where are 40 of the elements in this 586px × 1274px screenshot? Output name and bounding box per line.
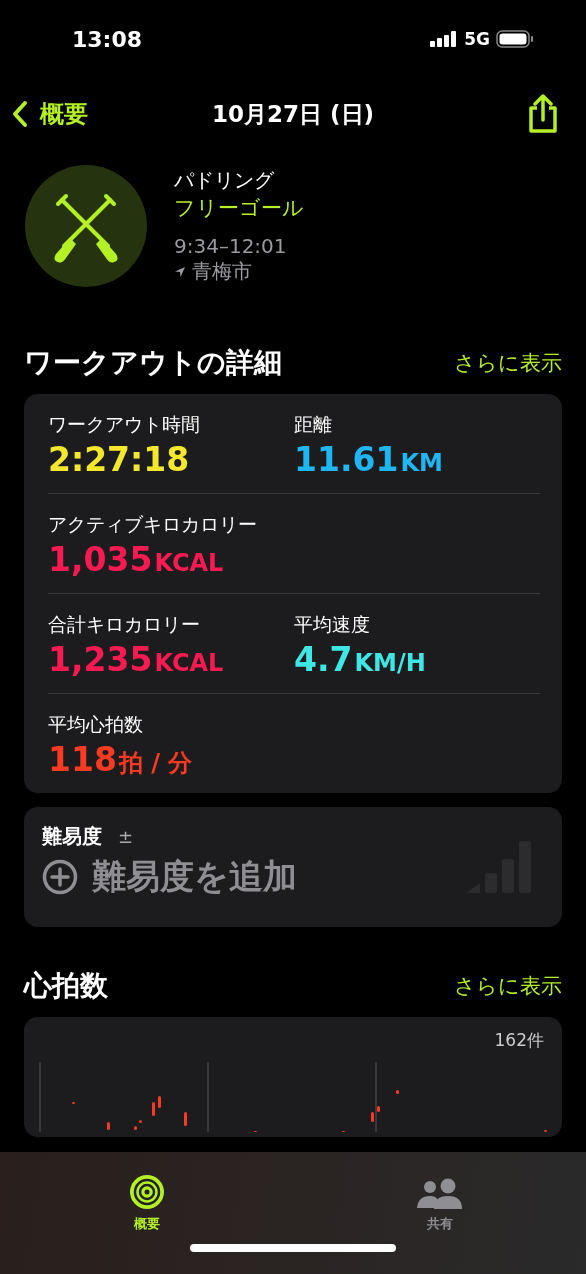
- status-time: 13:08: [72, 26, 143, 52]
- section-title: 心拍数: [24, 968, 108, 1004]
- paddles-icon: [24, 164, 148, 288]
- back-chevron-icon: [12, 100, 28, 128]
- metric-label: 平均速度: [294, 612, 371, 637]
- difficulty-card[interactable]: 難易度 ± 難易度を追加: [24, 807, 562, 927]
- metric-value: 4.7 KM/H: [294, 640, 427, 679]
- show-more-link[interactable]: さらに表示: [454, 972, 562, 1000]
- nav-title: 10月27日 (日): [212, 99, 374, 129]
- time-range: 9:34–12:01: [174, 234, 288, 258]
- network-label: 5G: [464, 29, 490, 49]
- metric-value: 118拍 / 分: [48, 740, 194, 779]
- sample-count: 162件: [494, 1029, 544, 1052]
- workout-name: パドリング: [174, 167, 275, 194]
- tab[interactable]: 共有: [394, 1162, 485, 1234]
- metric-label: ワークアウト時間: [48, 412, 201, 437]
- location-icon: [174, 265, 186, 278]
- metric-label: 平均心拍数: [48, 712, 144, 737]
- people-icon: [415, 1177, 464, 1211]
- metric-label: 合計キロカロリー: [48, 612, 201, 637]
- tab[interactable]: 概要: [101, 1162, 192, 1234]
- signal-icon: [430, 31, 459, 47]
- add-icon: [42, 859, 78, 895]
- metric-value: 1,235 KCAL: [48, 640, 225, 679]
- difficulty-label: 難易度: [42, 823, 102, 850]
- workout-goal: フリーゴール: [174, 195, 304, 222]
- metric-label: 距離: [294, 412, 333, 437]
- metric-value: 1,035 KCAL: [48, 540, 225, 579]
- metric-value: 2:27:18: [48, 440, 191, 479]
- plus-minus-symbol: ±: [118, 826, 134, 847]
- section-title: ワークアウトの詳細: [24, 345, 282, 381]
- back-button[interactable]: 概要: [12, 98, 88, 130]
- metric-value: 11.61 KM: [294, 440, 444, 479]
- metric-label: アクティブキロカロリー: [48, 512, 258, 537]
- battery-icon: [496, 30, 534, 48]
- rings-icon: [127, 1173, 166, 1211]
- add-difficulty-label: 難易度を追加: [92, 855, 297, 898]
- show-more-link[interactable]: さらに表示: [454, 349, 562, 377]
- share-icon[interactable]: [526, 94, 560, 134]
- location-label: 青梅市: [192, 258, 252, 285]
